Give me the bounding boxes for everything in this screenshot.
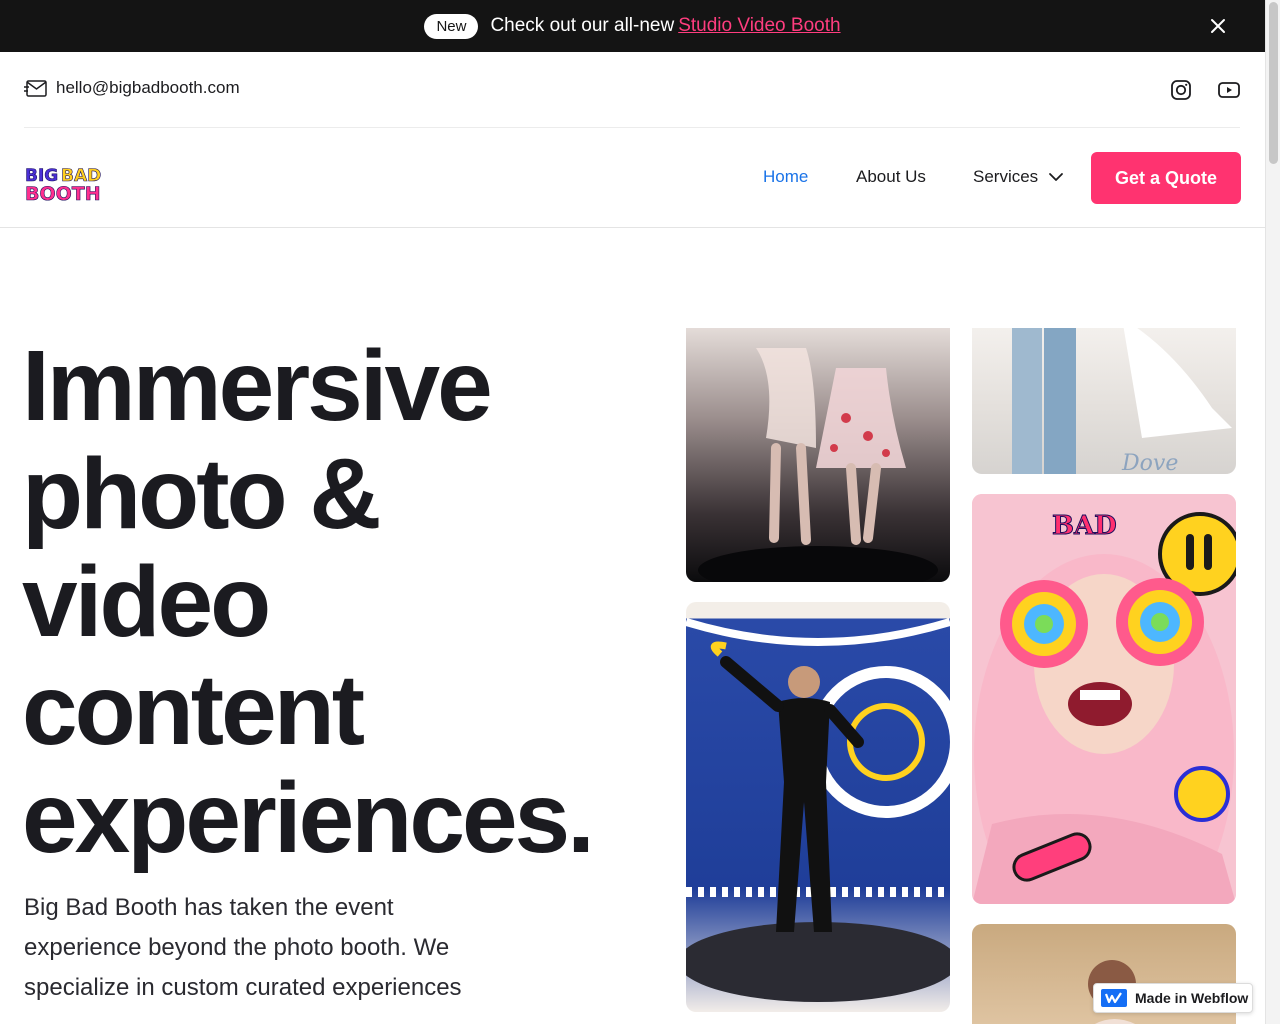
new-badge: New xyxy=(424,13,479,39)
announcement-text: Check out our all-new xyxy=(490,15,675,36)
hero-title: Immersive photo & video content experien… xyxy=(22,332,662,872)
big-bad-booth-logo[interactable]: BIG BAD BOOTH xyxy=(24,164,104,202)
chevron-down-icon xyxy=(1049,173,1064,181)
email-text: hello@bigbadbooth.com xyxy=(56,78,240,97)
photo-gallery: Dove BAD xyxy=(686,328,1236,1024)
nav-services[interactable]: Services xyxy=(973,167,1064,187)
tile-d-caption: BAD xyxy=(1052,511,1117,541)
webflow-badge-text: Made in Webflow xyxy=(1135,990,1249,1006)
gallery-photo-wedding: Dove xyxy=(972,328,1236,474)
webflow-icon xyxy=(1101,989,1127,1007)
header-divider xyxy=(24,127,1240,128)
hero-description: Big Bad Booth has taken the event experi… xyxy=(24,894,462,1001)
svg-text:BOOTH: BOOTH xyxy=(25,183,101,202)
nav-divider xyxy=(0,227,1265,228)
contact-email[interactable]: hello@bigbadbooth.com xyxy=(24,76,240,100)
page-scrollbar[interactable] xyxy=(1265,0,1280,1024)
close-icon[interactable] xyxy=(1207,15,1229,37)
hero-title-line: video xyxy=(22,546,271,658)
tile-b-caption: Dove xyxy=(1121,451,1178,474)
nav-home[interactable]: Home xyxy=(763,167,808,187)
get-a-quote-button[interactable]: Get a Quote xyxy=(1091,152,1241,204)
hero-title-line: content xyxy=(22,654,365,766)
gallery-photo-rams xyxy=(686,602,950,1012)
nav-about-us[interactable]: About Us xyxy=(856,167,926,187)
scrollbar-thumb[interactable] xyxy=(1269,2,1278,164)
gallery-photo-dancers xyxy=(686,328,950,582)
youtube-icon[interactable] xyxy=(1217,78,1241,102)
made-in-webflow-badge[interactable]: Made in Webflow xyxy=(1093,983,1253,1013)
mail-icon xyxy=(24,80,47,97)
hero-title-line: experiences. xyxy=(22,762,595,874)
announcement-bar: New Check out our all-new Studio Video B… xyxy=(0,0,1265,52)
studio-video-booth-link[interactable]: Studio Video Booth xyxy=(678,15,840,37)
hero-title-line: photo & xyxy=(22,438,382,550)
instagram-icon[interactable] xyxy=(1169,78,1193,102)
gallery-photo-lollipops: BAD xyxy=(972,494,1236,904)
nav-services-label: Services xyxy=(973,167,1039,186)
hero-title-line: Immersive xyxy=(22,330,493,442)
